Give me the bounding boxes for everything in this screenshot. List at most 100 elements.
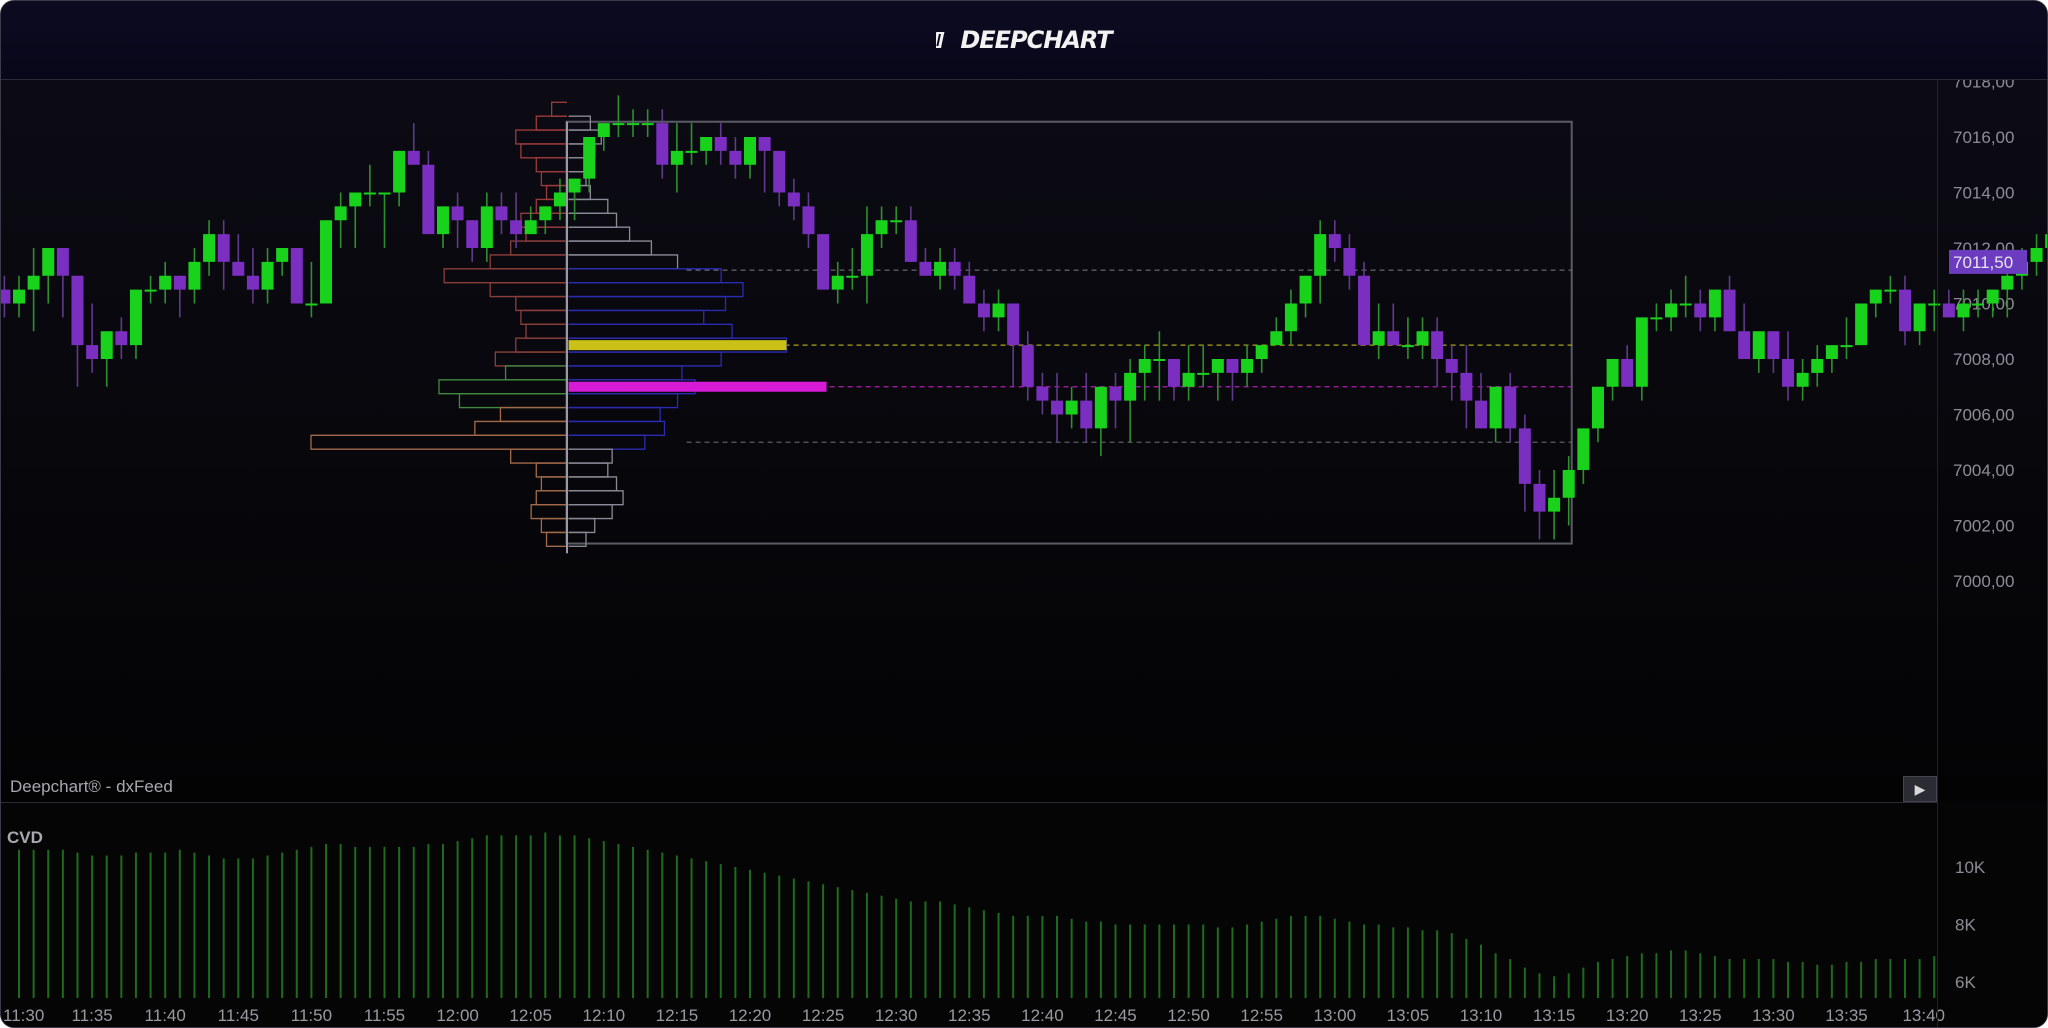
candle-body <box>1548 497 1561 512</box>
price-axis-label: 7004,00 <box>1953 461 2014 480</box>
price-axis-label: 7006,00 <box>1953 406 2014 425</box>
time-axis-label: 12:05 <box>509 1006 552 1025</box>
candle-body <box>1884 289 1897 292</box>
logo-text: DEEPCHART <box>960 26 1112 54</box>
time-axis-label: 13:05 <box>1387 1006 1430 1025</box>
time-axis-label: 13:35 <box>1825 1006 1868 1025</box>
candle-body <box>2045 234 2047 248</box>
candle-body <box>1562 470 1575 498</box>
candle-body <box>1 289 11 304</box>
candle-body <box>1972 303 1985 306</box>
candle-body <box>977 303 990 318</box>
time-axis-label: 11:35 <box>71 1006 112 1025</box>
current-price-label: 7011,50 <box>1953 253 2013 272</box>
candle-body <box>1167 359 1180 387</box>
time-axis-label: 11:45 <box>218 1006 259 1025</box>
price-chart[interactable]: 7018,007016,007014,007012,007010,007008,… <box>1 80 2047 802</box>
price-axis-label: 7002,00 <box>1953 517 2014 536</box>
candle-body <box>904 220 917 262</box>
candle-body <box>1898 289 1911 332</box>
candle-body <box>349 192 362 207</box>
candle-body <box>246 275 259 290</box>
candle-body <box>627 123 640 126</box>
time-axis-label: 12:30 <box>875 1006 918 1025</box>
candle-body <box>2001 275 2014 290</box>
candle-body <box>1942 303 1955 318</box>
candle-body <box>422 164 435 235</box>
candle-body <box>1021 345 1034 387</box>
cvd-background <box>1 804 2047 1027</box>
time-axis-label: 11:50 <box>291 1006 332 1025</box>
candle-body <box>203 234 216 262</box>
data-source-label: Deepchart® - dxFeed <box>10 777 173 796</box>
candle-body <box>1416 331 1429 346</box>
candle-body <box>173 275 186 290</box>
candle-body <box>1226 359 1239 373</box>
candle-body <box>1928 303 1941 306</box>
candle-body <box>539 206 552 221</box>
candle-body <box>290 248 303 304</box>
candle-body <box>729 150 742 165</box>
candle-body <box>100 331 113 359</box>
candle-body <box>2030 248 2043 262</box>
time-axis-label: 13:00 <box>1314 1006 1357 1025</box>
candle-body <box>1533 483 1546 512</box>
cvd-axis-label: 10K <box>1955 858 1986 877</box>
app-window: DEEPCHART 7018,00 7016,00 7014,00 7012,00 70… <box>0 0 2048 1028</box>
candle-body <box>1284 303 1297 332</box>
time-axis-label: 12:50 <box>1167 1006 1210 1025</box>
candle-body <box>1752 331 1765 359</box>
time-axis-label: 13:25 <box>1679 1006 1722 1025</box>
candle-body <box>1387 331 1400 346</box>
candle-body <box>1182 372 1195 387</box>
candle-body <box>1475 400 1487 429</box>
candle-body <box>890 220 903 223</box>
candle-body <box>831 275 844 290</box>
candle-body <box>685 150 698 153</box>
candle-body <box>1825 345 1838 359</box>
candle-body <box>641 123 654 126</box>
candle-body <box>1255 345 1268 359</box>
candle-body <box>758 137 771 151</box>
candle-body <box>232 261 245 276</box>
play-button[interactable]: ▶ <box>1903 776 1937 802</box>
candle-body <box>334 206 347 221</box>
candle-body <box>1738 331 1751 359</box>
candle-body <box>188 261 201 290</box>
candle-body <box>1358 275 1371 346</box>
price-axis-label: 7000,00 <box>1953 572 2014 591</box>
candle-body <box>1855 303 1868 346</box>
candle-body <box>480 206 493 248</box>
candle-body <box>276 248 289 262</box>
candle-body <box>159 275 172 290</box>
candle-body <box>1913 303 1926 332</box>
time-axis-label: 12:35 <box>948 1006 991 1025</box>
candle-body <box>948 261 961 276</box>
candle-body <box>860 234 873 276</box>
candle-body <box>466 220 479 248</box>
candle-body <box>802 206 815 235</box>
candle-body <box>1606 359 1619 387</box>
price-axis-label: 7016,00 <box>1953 128 2014 147</box>
candle-body <box>320 220 333 304</box>
candle-body <box>1401 345 1414 348</box>
candle-body <box>934 261 947 276</box>
candle-body <box>378 192 391 195</box>
candle-body <box>1372 331 1385 346</box>
candle-body <box>1036 386 1049 401</box>
candle-body <box>919 261 932 276</box>
candle-body <box>1650 317 1663 320</box>
candle-body <box>963 275 976 304</box>
candle-body <box>1621 359 1634 387</box>
candle-body <box>495 206 508 221</box>
cvd-chart[interactable]: 10K 8K 6K 11:30 11:35 11:40 11:45 11:50 11:55 12:… <box>1 804 2047 1027</box>
candle-body <box>846 275 859 278</box>
candle-body <box>407 150 420 165</box>
candle-body <box>1811 359 1824 373</box>
candle-body <box>787 192 800 207</box>
candle-body <box>1504 386 1517 429</box>
price-axis-label: 7014,00 <box>1953 184 2014 203</box>
candle-body <box>393 150 406 193</box>
candle-body <box>1051 400 1064 415</box>
candle-body <box>27 275 40 290</box>
